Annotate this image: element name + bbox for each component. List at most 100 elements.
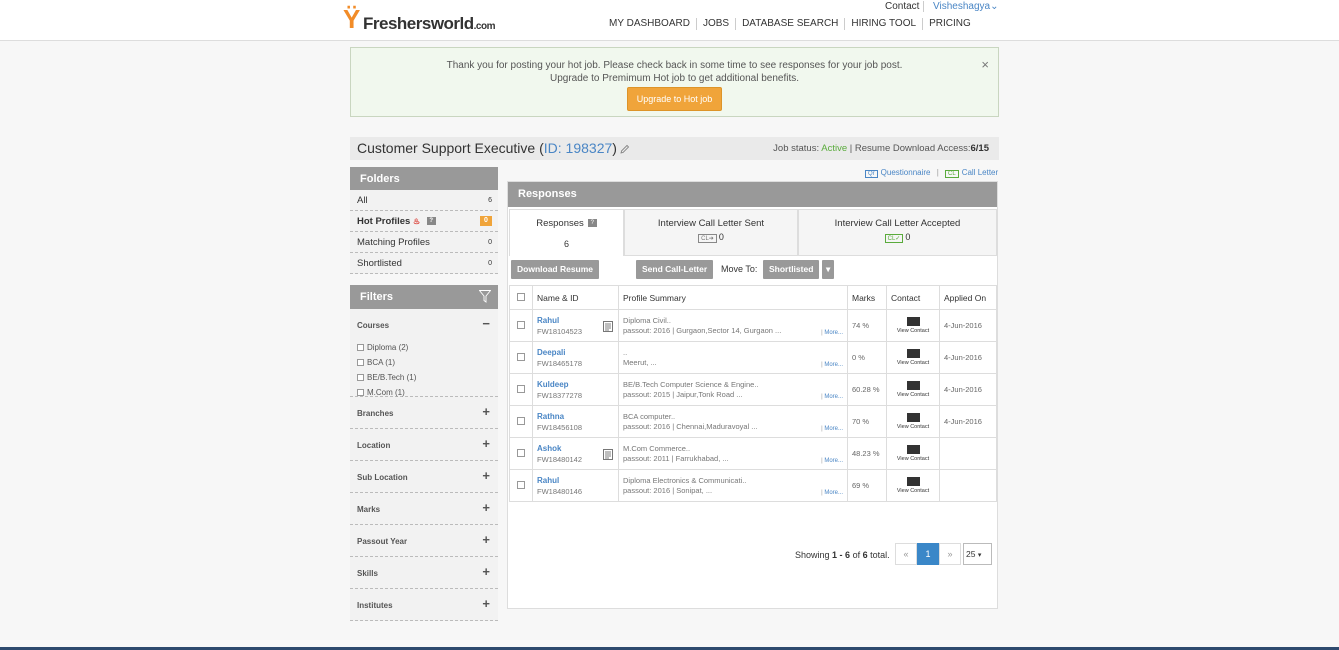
- view-contact-button[interactable]: View Contact: [886, 341, 940, 374]
- call-letter-icon: CL: [945, 170, 959, 178]
- profile-summary-cell: Diploma Civil.. passout: 2016 | Gurgaon,S…: [618, 309, 848, 342]
- row-select-cell: [509, 341, 533, 374]
- more-link[interactable]: | More...: [821, 362, 843, 368]
- candidate-name-link[interactable]: Rathna: [537, 412, 618, 421]
- close-icon[interactable]: ×: [981, 57, 989, 72]
- more-link[interactable]: | More...: [821, 330, 843, 336]
- filter-branches[interactable]: Branches +: [350, 397, 498, 429]
- nav-database-search[interactable]: DATABASE SEARCH: [736, 18, 846, 30]
- chevron-down-icon: ⌄: [990, 1, 999, 12]
- select-all-checkbox[interactable]: [517, 292, 525, 301]
- freshersworld-logo[interactable]: Ϋ Freshersworld.com: [343, 2, 503, 36]
- filters-panel: Filters Courses − Diploma (2) BCA (1) BE…: [350, 285, 498, 621]
- download-resume-button[interactable]: Download Resume: [511, 260, 600, 279]
- checkbox[interactable]: [357, 374, 364, 382]
- nav-jobs[interactable]: JOBS: [697, 18, 737, 30]
- collapse-icon[interactable]: −: [482, 316, 490, 331]
- filter-marks[interactable]: Marks +: [350, 493, 498, 525]
- name-id-cell: Rathna FW18456108: [532, 405, 619, 438]
- name-id-cell: Rahul FW18104523: [532, 309, 619, 342]
- nav-pricing[interactable]: PRICING: [923, 18, 977, 30]
- resume-document-icon[interactable]: [603, 449, 613, 460]
- filter-courses-label[interactable]: Courses: [357, 321, 389, 330]
- more-link[interactable]: | More...: [821, 394, 843, 400]
- expand-icon[interactable]: +: [482, 564, 490, 579]
- questionnaire-icon: Qr: [865, 170, 878, 178]
- checkbox[interactable]: [357, 344, 364, 352]
- filter-passout-year[interactable]: Passout Year +: [350, 525, 498, 557]
- expand-icon[interactable]: +: [482, 404, 490, 419]
- view-contact-button[interactable]: View Contact: [886, 405, 940, 438]
- prev-page-button[interactable]: «: [895, 543, 917, 565]
- course-option-bca[interactable]: BCA (1): [357, 358, 395, 367]
- folder-matching-profiles[interactable]: Matching Profiles 0: [350, 232, 498, 253]
- chevron-down-icon[interactable]: ▾: [822, 260, 835, 279]
- folder-shortlisted[interactable]: Shortlisted 0: [350, 253, 498, 274]
- checkbox[interactable]: [357, 389, 364, 397]
- per-page-select[interactable]: 25 ▾: [963, 543, 992, 565]
- course-option-be-btech[interactable]: BE/B.Tech (1): [357, 373, 416, 382]
- checkbox[interactable]: [357, 359, 364, 367]
- expand-icon[interactable]: +: [482, 532, 490, 547]
- alert-message: Thank you for posting your hot job. Plea…: [446, 60, 903, 71]
- folder-hot-profiles[interactable]: Hot Profiles ♨ ? 0: [350, 211, 498, 232]
- candidate-name-link[interactable]: Kuldeep: [537, 380, 618, 389]
- name-id-cell: Deepali FW18465178: [532, 341, 619, 374]
- nav-my-dashboard[interactable]: MY DASHBOARD: [603, 18, 697, 30]
- row-checkbox[interactable]: [517, 416, 525, 425]
- filter-institutes[interactable]: Institutes +: [350, 589, 498, 621]
- row-checkbox[interactable]: [517, 480, 525, 489]
- course-option-diploma[interactable]: Diploma (2): [357, 343, 408, 352]
- folder-all[interactable]: All 6: [350, 190, 498, 211]
- more-link[interactable]: | More...: [821, 490, 843, 496]
- candidate-name-link[interactable]: Rahul: [537, 476, 618, 485]
- responses-table: Name & ID Profile Summary Marks Contact …: [509, 285, 997, 502]
- applied-on-cell: [939, 469, 997, 502]
- marks-cell: 74 %: [847, 309, 887, 342]
- resume-document-icon[interactable]: [603, 321, 613, 332]
- more-link[interactable]: | More...: [821, 458, 843, 464]
- funnel-icon[interactable]: [479, 290, 491, 303]
- expand-icon[interactable]: +: [482, 436, 490, 451]
- marks-cell: 60.28 %: [847, 373, 887, 406]
- candidate-name-link[interactable]: Deepali: [537, 348, 618, 357]
- row-checkbox[interactable]: [517, 320, 525, 329]
- help-icon[interactable]: ?: [587, 219, 597, 228]
- response-tabs: Responses? 6 Interview Call Letter Sent …: [509, 209, 997, 256]
- move-to-select[interactable]: Shortlisted: [763, 260, 820, 279]
- page-1-button[interactable]: 1: [917, 543, 939, 565]
- filter-skills[interactable]: Skills +: [350, 557, 498, 589]
- view-contact-button[interactable]: View Contact: [886, 437, 940, 470]
- view-contact-button[interactable]: View Contact: [886, 469, 940, 502]
- call-letter-link[interactable]: Call Letter: [962, 168, 998, 177]
- row-checkbox[interactable]: [517, 352, 525, 361]
- help-icon[interactable]: ?: [426, 217, 436, 226]
- expand-icon[interactable]: +: [482, 596, 490, 611]
- user-menu[interactable]: Visheshagya⌄: [933, 1, 998, 12]
- expand-icon[interactable]: +: [482, 468, 490, 483]
- view-contact-button[interactable]: View Contact: [886, 373, 940, 406]
- more-link[interactable]: | More...: [821, 426, 843, 432]
- nav-hiring-tool[interactable]: HIRING TOOL: [845, 18, 924, 30]
- contact-link[interactable]: Contact: [885, 1, 919, 12]
- next-page-button[interactable]: »: [939, 543, 961, 565]
- send-call-letter-button[interactable]: Send Call-Letter: [636, 260, 714, 279]
- filter-sub-location[interactable]: Sub Location +: [350, 461, 498, 493]
- questionnaire-link[interactable]: Questionnaire: [881, 168, 931, 177]
- tab-call-letter-sent[interactable]: Interview Call Letter Sent CL➜ 0: [624, 209, 798, 256]
- filter-location[interactable]: Location +: [350, 429, 498, 461]
- top-bar: Ϋ Freshersworld.com Contact Visheshagya⌄…: [0, 0, 1339, 41]
- summary-details: Meerut, ...: [623, 358, 657, 367]
- course-option-mcom[interactable]: M.Com (1): [357, 388, 405, 397]
- upgrade-hot-job-button[interactable]: Upgrade to Hot job: [626, 87, 723, 111]
- expand-icon[interactable]: +: [482, 500, 490, 515]
- view-contact-button[interactable]: View Contact: [886, 309, 940, 342]
- status-badge: Active: [821, 143, 848, 154]
- pencil-icon[interactable]: [620, 144, 630, 154]
- row-checkbox[interactable]: [517, 384, 525, 393]
- applied-on-cell: 4-Jun-2016: [939, 309, 997, 342]
- tab-responses[interactable]: Responses? 6: [509, 209, 624, 256]
- summary-details: passout: 2016 | Chennai,Maduravoyal ...: [623, 422, 758, 431]
- row-checkbox[interactable]: [517, 448, 525, 457]
- tab-call-letter-accepted[interactable]: Interview Call Letter Accepted CL✓ 0: [798, 209, 997, 256]
